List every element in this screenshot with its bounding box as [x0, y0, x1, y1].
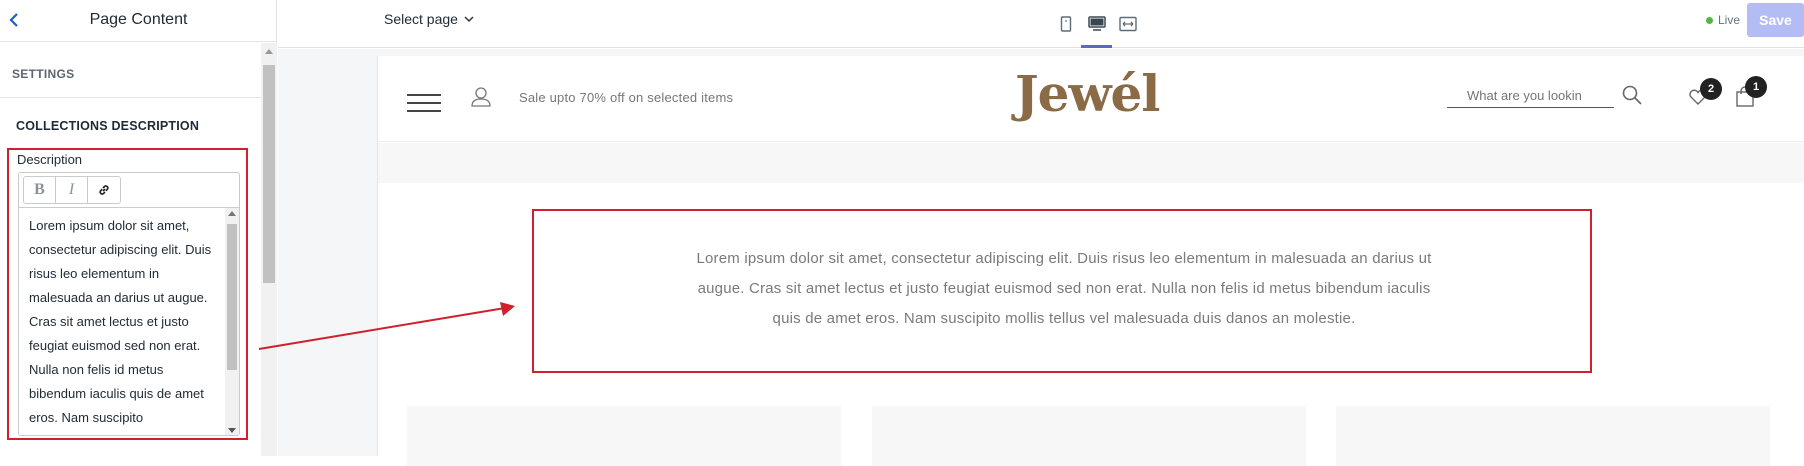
- editor-scrollbar[interactable]: [225, 208, 239, 435]
- rich-text-editor: B I Lorem ipsum dolor sit amet, consecte…: [18, 172, 240, 436]
- cart-button[interactable]: 1: [1735, 76, 1767, 113]
- italic-button[interactable]: I: [56, 177, 88, 203]
- wishlist-count-badge: 2: [1700, 78, 1722, 100]
- select-page-dropdown[interactable]: Select page: [384, 11, 474, 27]
- user-icon[interactable]: [470, 86, 492, 108]
- banner-placeholder: [378, 143, 1804, 183]
- settings-heading: SETTINGS: [12, 67, 75, 81]
- scroll-up-icon[interactable]: [228, 211, 236, 216]
- scroll-down-icon[interactable]: [228, 428, 236, 433]
- collections-description-heading: COLLECTIONS DESCRIPTION: [16, 119, 200, 133]
- product-card[interactable]: [872, 406, 1306, 466]
- save-button[interactable]: Save: [1747, 3, 1804, 37]
- preview-canvas: Sale upto 70% off on selected items Jewé…: [278, 49, 1804, 466]
- sidebar-scroll-thumb[interactable]: [263, 65, 275, 283]
- product-card[interactable]: [407, 406, 841, 466]
- mobile-icon: [1060, 16, 1071, 32]
- top-bar: Select page Live Save: [278, 0, 1804, 48]
- section-divider: [0, 97, 262, 98]
- collection-description-text: Lorem ipsum dolor sit amet, consectetur …: [696, 250, 1432, 327]
- editor-scroll-thumb[interactable]: [227, 224, 237, 370]
- store-preview: Sale upto 70% off on selected items Jewé…: [377, 56, 1804, 466]
- description-field-highlight: Description B I Lorem ipsum dolor sit am…: [7, 148, 248, 440]
- link-icon: [99, 185, 109, 195]
- menu-icon[interactable]: [407, 94, 441, 118]
- store-header: Sale upto 70% off on selected items Jewé…: [378, 56, 1804, 142]
- product-card[interactable]: [1336, 406, 1770, 466]
- device-toggle: [1050, 0, 1143, 48]
- editor-toolbar: B I: [23, 176, 121, 204]
- full-width-view-button[interactable]: [1112, 0, 1143, 48]
- mobile-view-button[interactable]: [1050, 0, 1081, 48]
- desktop-view-button[interactable]: [1081, 0, 1112, 48]
- sidebar-scrollbar[interactable]: [261, 43, 277, 456]
- description-text: Lorem ipsum dolor sit amet, consectetur …: [29, 218, 212, 425]
- full-width-icon: [1118, 16, 1137, 32]
- chevron-down-icon: [464, 16, 474, 23]
- description-textarea[interactable]: Lorem ipsum dolor sit amet, consectetur …: [19, 207, 239, 435]
- live-label: Live: [1718, 13, 1741, 27]
- search-input[interactable]: [1447, 84, 1614, 108]
- link-button[interactable]: [88, 177, 120, 203]
- sidebar-header: Page Content: [0, 0, 277, 42]
- sidebar-scroll-up-icon[interactable]: [265, 49, 273, 54]
- live-status: Live: [1706, 13, 1740, 27]
- wishlist-button[interactable]: 2: [1688, 78, 1722, 111]
- sidebar-title: Page Content: [89, 11, 188, 28]
- bold-button[interactable]: B: [24, 177, 56, 203]
- select-page-label: Select page: [384, 11, 458, 27]
- annotation-arrow-icon: [258, 302, 515, 350]
- collection-description-highlight: Lorem ipsum dolor sit amet, consectetur …: [532, 209, 1592, 373]
- search-icon[interactable]: [1621, 84, 1643, 106]
- live-dot-icon: [1706, 16, 1713, 24]
- cart-count-badge: 1: [1745, 76, 1767, 98]
- desktop-icon: [1087, 16, 1106, 31]
- sidebar-content: SETTINGS COLLECTIONS DESCRIPTION Descrip…: [0, 43, 262, 456]
- description-label: Description: [17, 152, 83, 167]
- promo-text: Sale upto 70% off on selected items: [519, 90, 734, 105]
- editor-sidebar: Page Content SETTINGS COLLECTIONS DESCRI…: [0, 0, 277, 456]
- store-logo[interactable]: Jewél: [1015, 64, 1160, 123]
